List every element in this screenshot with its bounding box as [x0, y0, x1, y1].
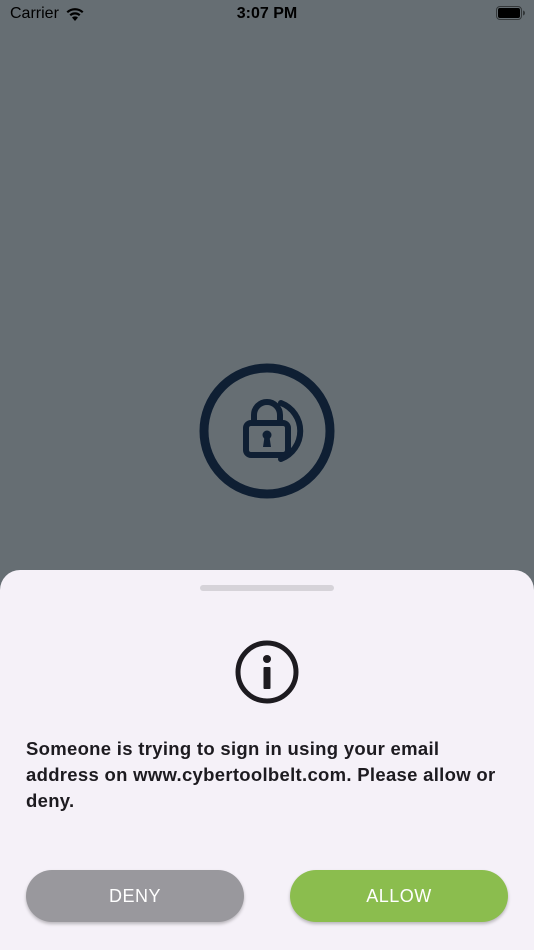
app-logo: [199, 363, 335, 499]
battery-icon: [496, 6, 525, 20]
status-time: 3:07 PM: [236, 5, 298, 22]
lock-logo-icon: [199, 363, 335, 499]
sheet-grabber-handle[interactable]: [200, 585, 334, 591]
status-bar: Carrier 3:07 PM: [0, 0, 534, 28]
sign-in-message: Someone is trying to sign in using your …: [26, 738, 496, 811]
screen: Carrier 3:07 PM Someone is trying to sig…: [0, 0, 534, 950]
sign-in-request-sheet: Someone is trying to sign in using your …: [0, 570, 534, 950]
allow-button[interactable]: ALLOW: [290, 870, 508, 922]
deny-button[interactable]: DENY: [26, 870, 244, 922]
info-icon: [235, 640, 299, 704]
